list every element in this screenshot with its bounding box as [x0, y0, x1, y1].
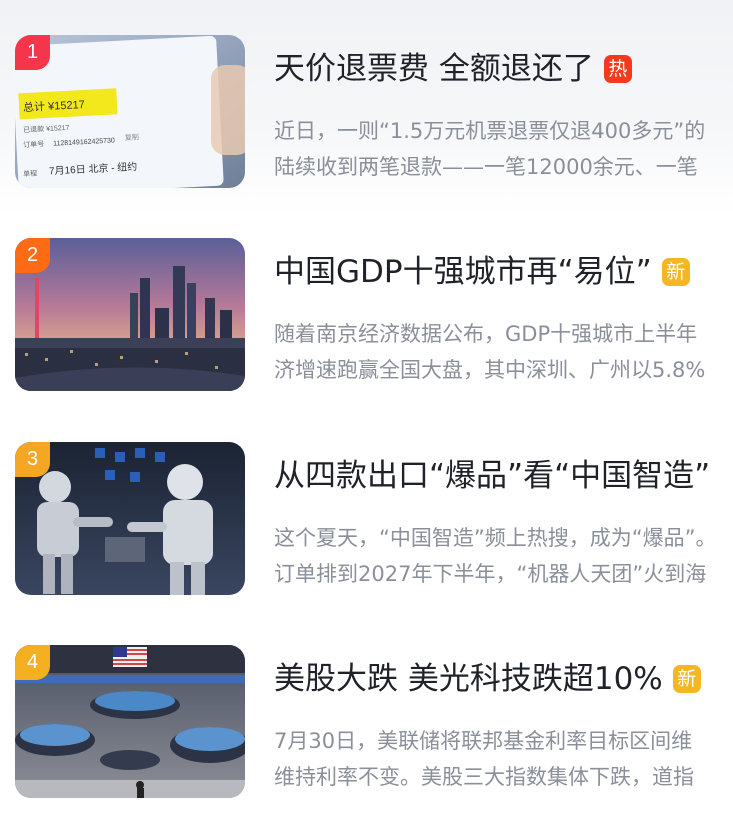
- news-summary-2-line2: 济增速跑赢全国大盘，其中深圳、广州以5.8%: [274, 358, 706, 382]
- news-summary-2[interactable]: 随着南京经济数据公布，GDP十强城市上半年 济增速跑赢全国大盘，其中深圳、广州以…: [274, 316, 733, 388]
- news-item-1[interactable]: 总计 ¥15217 已退款 ¥15217 订单号 112814916242573…: [0, 35, 733, 195]
- rank-badge-1: 1: [15, 35, 50, 70]
- news-item-4[interactable]: 4 美股大跌 美光科技跌超10% 新 7月30日，美联储将联邦基金利率目标区间维 …: [0, 645, 733, 805]
- rank-badge-2: 2: [15, 238, 50, 273]
- news-title-3[interactable]: 从四款出口“爆品”看“中国智造”: [274, 454, 710, 498]
- news-item-2[interactable]: 2 中国GDP十强城市再“易位” 新 随着南京经济数据公布，GDP十强城市上半年 …: [0, 238, 733, 398]
- news-title-row-3[interactable]: 从四款出口“爆品”看“中国智造”: [274, 454, 733, 498]
- news-title-row-2[interactable]: 中国GDP十强城市再“易位” 新: [274, 250, 733, 294]
- news-thumbnail-1[interactable]: 总计 ¥15217 已退款 ¥15217 订单号 112814916242573…: [15, 35, 245, 188]
- news-summary-3[interactable]: 这个夏天，“中国智造”频上热搜，成为“爆品”。 订单排到2027年下半年，“机器…: [274, 520, 733, 592]
- news-summary-1-line1: 近日，一则“1.5万元机票退票仅退400多元”的: [274, 119, 706, 143]
- news-title-row-4[interactable]: 美股大跌 美光科技跌超10% 新: [274, 657, 733, 701]
- news-summary-1[interactable]: 近日，一则“1.5万元机票退票仅退400多元”的 陆续收到两笔退款——一笔120…: [274, 113, 733, 185]
- news-title-2[interactable]: 中国GDP十强城市再“易位”: [274, 250, 652, 294]
- news-thumbnail-2[interactable]: 2: [15, 238, 245, 391]
- news-title-row-1[interactable]: 天价退票费 全额退还了热: [274, 47, 733, 91]
- rank-badge-3: 3: [15, 442, 50, 477]
- news-summary-2-line1: 随着南京经济数据公布，GDP十强城市上半年: [274, 322, 698, 346]
- news-summary-4[interactable]: 7月30日，美联储将联邦基金利率目标区间维 维持利率不变。美股三大指数集体下跌，…: [274, 723, 733, 795]
- rank-badge-4: 4: [15, 645, 50, 680]
- news-summary-3-line2: 订单排到2027年下半年，“机器人天团”火到海: [274, 562, 707, 586]
- news-summary-4-line1: 7月30日，美联储将联邦基金利率目标区间维: [274, 729, 693, 753]
- news-item-3[interactable]: 3 从四款出口“爆品”看“中国智造” 这个夏天，“中国智造”频上热搜，成为“爆品…: [0, 442, 733, 602]
- news-thumbnail-3[interactable]: 3: [15, 442, 245, 595]
- news-summary-4-line2: 维持利率不变。美股三大指数集体下跌，道指: [274, 765, 694, 789]
- news-summary-1-line2: 陆续收到两笔退款——一笔12000余元、一笔: [274, 155, 698, 179]
- news-title-4[interactable]: 美股大跌 美光科技跌超10%: [274, 657, 663, 701]
- new-badge: 新: [672, 665, 701, 693]
- news-summary-3-line1: 这个夏天，“中国智造”频上热搜，成为“爆品”。: [274, 526, 717, 550]
- news-title-1[interactable]: 天价退票费 全额退还了: [274, 47, 594, 91]
- hot-badge: 热: [603, 55, 632, 83]
- news-thumbnail-4[interactable]: 4: [15, 645, 245, 798]
- new-badge: 新: [661, 258, 690, 286]
